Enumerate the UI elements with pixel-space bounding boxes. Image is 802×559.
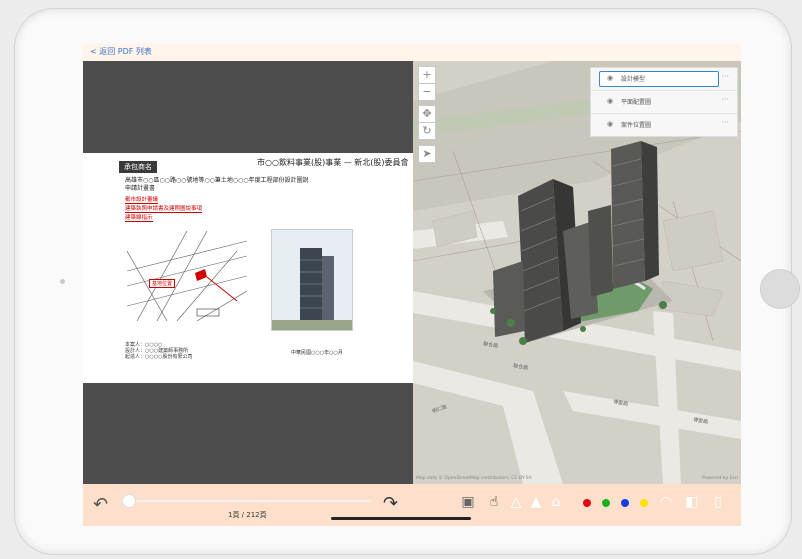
- save-icon[interactable]: ▣: [459, 493, 477, 511]
- layer-label: 設計模型: [621, 76, 646, 83]
- blue-color-dot[interactable]: [621, 499, 629, 507]
- redo-arrow-icon[interactable]: ↷: [383, 493, 398, 514]
- camera: [60, 279, 65, 284]
- pdf-date: 中華民國○○○年○○月: [291, 350, 343, 356]
- zoom-out-button[interactable]: −: [418, 83, 436, 101]
- rotate-button[interactable]: ↻: [418, 122, 436, 140]
- undo-arrow-icon[interactable]: ↶: [93, 494, 108, 515]
- more-icon[interactable]: ···: [721, 95, 729, 104]
- triangle-tool-icon[interactable]: △: [507, 493, 525, 511]
- eye-icon[interactable]: ◉: [607, 120, 613, 128]
- app-screen: < 返回 PDF 列表 承包商名 市○○飲料事業(股)事業 — 新北(股)委員會…: [83, 43, 741, 526]
- pdf-info-line: 起造人：○○○○股份有限公司: [125, 354, 193, 360]
- back-to-pdf-list-link[interactable]: < 返回 PDF 列表: [90, 46, 152, 57]
- pdf-page: 承包商名 市○○飲料事業(股)事業 — 新北(股)委員會 高雄市○○區○○路○○…: [83, 153, 413, 383]
- red-color-dot[interactable]: [583, 499, 591, 507]
- compass-button[interactable]: ➤: [418, 145, 436, 163]
- page-slider-track[interactable]: [121, 500, 371, 502]
- home-button[interactable]: [760, 269, 800, 309]
- site-location-label: 基地位置: [149, 279, 176, 288]
- pdf-red-item: 建築線指示: [125, 215, 153, 222]
- layer-label: 案件位置圖: [621, 122, 652, 129]
- layer-item[interactable]: ◉ 平面配置圖 ···: [591, 91, 737, 114]
- more-icon[interactable]: ···: [721, 72, 729, 81]
- tablet-frame: < 返回 PDF 列表 承包商名 市○○飲料事業(股)事業 — 新北(股)委員會…: [14, 8, 800, 555]
- bottom-toolbar: ↶ 1頁 / 212頁 ↷ ▣ ☝ △ ▲ ⌂ ◠ ◧ ▯: [83, 484, 741, 526]
- yellow-color-dot[interactable]: [640, 499, 648, 507]
- shape-tool-icon[interactable]: ◠: [657, 493, 675, 511]
- zoom-in-button[interactable]: +: [418, 66, 436, 84]
- page-flip-icon[interactable]: ◧: [683, 493, 701, 511]
- map-attribution: Map data © OpenStreetMap contributors, C…: [416, 476, 532, 481]
- eye-icon[interactable]: ◉: [607, 97, 613, 105]
- layer-list-panel: ◉ 設計模型 ··· ◉ 平面配置圖 ··· ◉ 案件位置圖 ···: [590, 67, 738, 137]
- pdf-tag: 承包商名: [119, 161, 157, 173]
- page-indicator: 1頁 / 212頁: [228, 511, 267, 519]
- pdf-red-item: 都市設計審議: [125, 197, 159, 204]
- pdf-line-2: 申請計畫書: [125, 185, 156, 192]
- green-color-dot[interactable]: [602, 499, 610, 507]
- pan-button[interactable]: ✥: [418, 105, 436, 123]
- pdf-title: 市○○飲料事業(股)事業 — 新北(股)委員會: [257, 158, 409, 167]
- top-bar: < 返回 PDF 列表: [83, 43, 741, 61]
- site-location-map: [127, 231, 247, 321]
- hand-pointer-icon[interactable]: ☝: [485, 493, 503, 511]
- eraser-tool-icon[interactable]: ⌂: [547, 493, 565, 511]
- page-slider-knob[interactable]: [122, 494, 137, 508]
- pdf-red-item: 建築執照申請書及建照圖說事項: [125, 206, 203, 213]
- pen-tool-icon[interactable]: ▲: [527, 493, 545, 511]
- document-icon[interactable]: ▯: [709, 493, 727, 511]
- home-indicator: [331, 517, 471, 520]
- eye-icon[interactable]: ◉: [607, 74, 613, 82]
- scene-3d-map[interactable]: 聯合路 聯合路 博愛路 博愛路 明仁路 + − ✥ ↻ ➤ ◉ 設計模型 ···: [413, 61, 741, 484]
- layer-label: 平面配置圖: [621, 99, 652, 106]
- pdf-viewer[interactable]: 承包商名 市○○飲料事業(股)事業 — 新北(股)委員會 高雄市○○區○○路○○…: [83, 61, 413, 484]
- layer-item[interactable]: ◉ 設計模型 ···: [591, 68, 737, 91]
- layer-item[interactable]: ◉ 案件位置圖 ···: [591, 114, 737, 136]
- powered-by: Powered by Esri: [702, 476, 738, 481]
- more-icon[interactable]: ···: [721, 118, 729, 127]
- building-photo: [271, 229, 353, 331]
- layer-selection-box: [599, 71, 719, 87]
